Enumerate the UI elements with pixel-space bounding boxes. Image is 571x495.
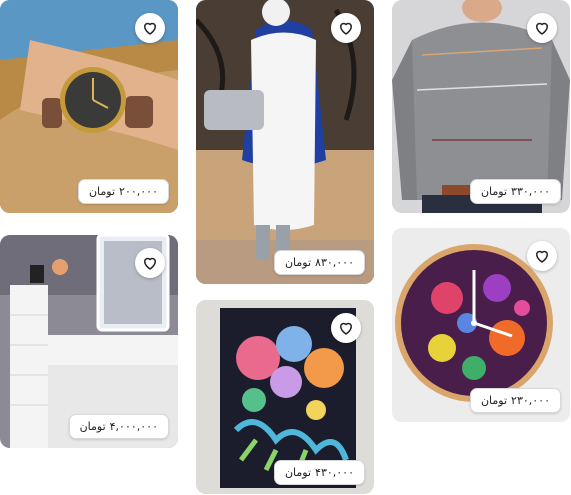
heart-outline-icon bbox=[536, 22, 548, 35]
price-amount: ۳۳۰,۰۰۰ bbox=[511, 185, 550, 198]
price-amount: ۲۰۰,۰۰۰ bbox=[119, 185, 158, 198]
price-currency: تومان bbox=[88, 185, 116, 198]
heart-outline-icon bbox=[536, 250, 548, 263]
price-currency: تومان bbox=[79, 420, 106, 433]
price-badge: ۴,۰۰۰,۰۰۰ تومان bbox=[68, 414, 169, 439]
price-amount: ۲۳۰,۰۰۰ bbox=[511, 394, 550, 407]
product-card[interactable]: ۲۳۰,۰۰۰ تومان bbox=[392, 228, 570, 422]
price-badge: ۴۳۰,۰۰۰ تومان bbox=[273, 460, 365, 485]
price-badge: ۸۳۰,۰۰۰ تومان bbox=[273, 250, 365, 275]
favorite-button[interactable] bbox=[527, 13, 557, 43]
product-card[interactable]: ۳۳۰,۰۰۰ تومان bbox=[392, 0, 570, 213]
heart-outline-icon bbox=[340, 22, 352, 35]
favorite-button[interactable] bbox=[527, 241, 557, 271]
product-card[interactable]: ۴,۰۰۰,۰۰۰ تومان bbox=[0, 235, 178, 448]
favorite-button[interactable] bbox=[331, 313, 361, 343]
heart-outline-icon bbox=[340, 322, 352, 335]
favorite-button[interactable] bbox=[135, 248, 165, 278]
price-badge: ۲۳۰,۰۰۰ تومان bbox=[469, 388, 561, 413]
heart-outline-icon bbox=[144, 22, 156, 35]
price-amount: ۴۳۰,۰۰۰ bbox=[315, 466, 354, 479]
price-currency: تومان bbox=[480, 185, 508, 198]
heart-outline-icon bbox=[144, 257, 156, 270]
favorite-button[interactable] bbox=[135, 13, 165, 43]
price-amount: ۴,۰۰۰,۰۰۰ bbox=[109, 420, 158, 433]
price-currency: تومان bbox=[480, 394, 508, 407]
price-amount: ۸۳۰,۰۰۰ bbox=[315, 256, 354, 269]
price-badge: ۲۰۰,۰۰۰ تومان bbox=[77, 179, 169, 204]
favorite-button[interactable] bbox=[331, 13, 361, 43]
price-badge: ۳۳۰,۰۰۰ تومان bbox=[469, 179, 561, 204]
product-card[interactable]: ۲۰۰,۰۰۰ تومان bbox=[0, 0, 178, 213]
price-currency: تومان bbox=[284, 466, 312, 479]
product-card[interactable]: ۸۳۰,۰۰۰ تومان bbox=[196, 0, 374, 284]
product-card[interactable]: ۴۳۰,۰۰۰ تومان bbox=[196, 300, 374, 494]
price-currency: تومان bbox=[284, 256, 312, 269]
